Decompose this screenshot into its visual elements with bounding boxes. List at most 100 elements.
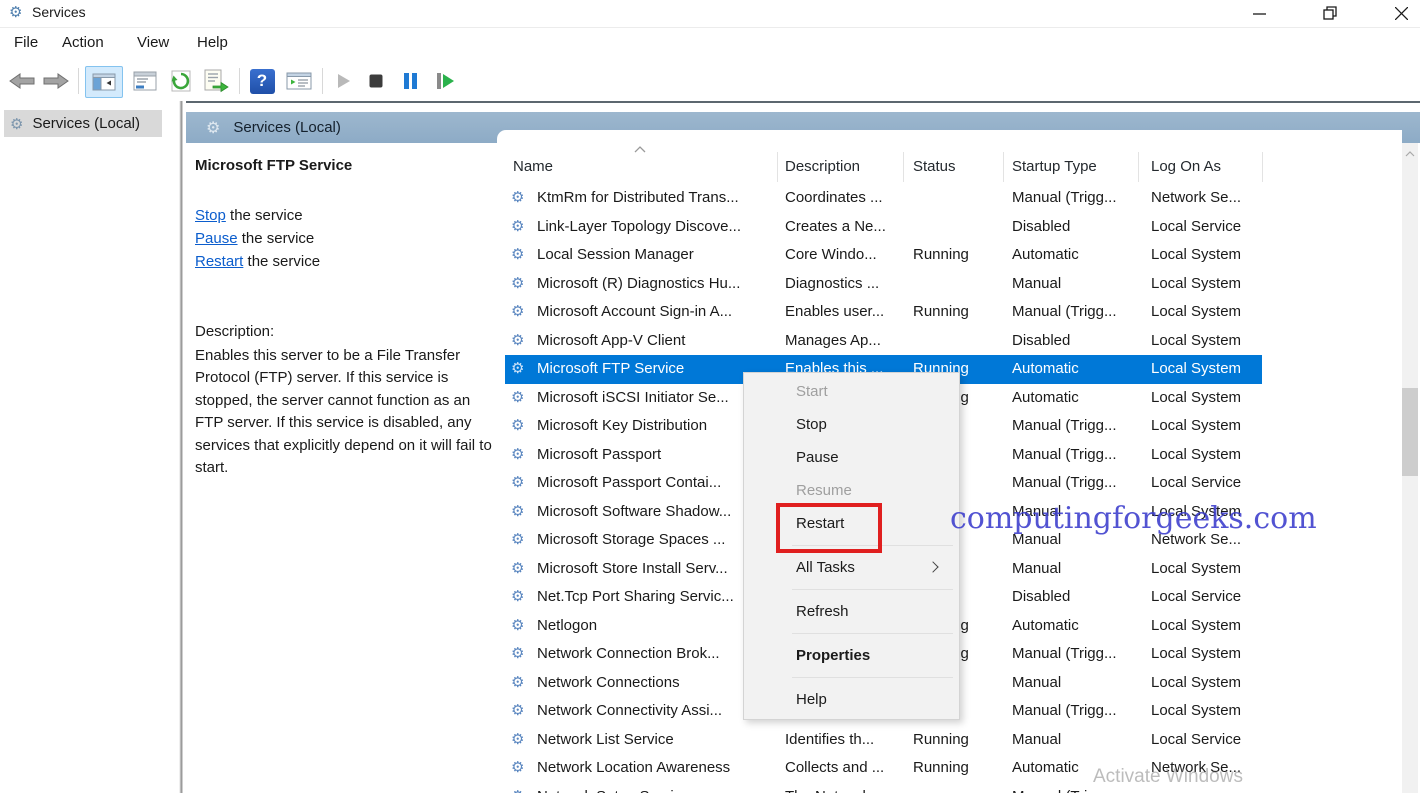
restart-service-button[interactable]: [430, 66, 460, 96]
pause-service-link[interactable]: Pause: [195, 230, 238, 247]
refresh-button[interactable]: [165, 66, 197, 96]
context-menu-item-help[interactable]: Help: [744, 683, 959, 716]
cell-name: Microsoft Storage Spaces ...: [537, 526, 777, 555]
show-action-pane-button[interactable]: [281, 66, 317, 96]
cell-log-on-as: Local System: [1151, 669, 1263, 698]
table-row[interactable]: ⚙Microsoft Account Sign-in A...Enables u…: [505, 298, 1262, 327]
cell-log-on-as: Local Service: [1151, 213, 1263, 242]
help-button[interactable]: ?: [246, 66, 278, 96]
banner-gear-icon: ⚙: [206, 118, 220, 138]
properties-icon: [132, 70, 158, 92]
services-gear-icon: ⚙: [10, 115, 23, 133]
minimize-button[interactable]: [1236, 0, 1282, 27]
cell-name: Microsoft Account Sign-in A...: [537, 298, 777, 327]
cell-name: KtmRm for Distributed Trans...: [537, 184, 777, 213]
start-service-button[interactable]: [330, 66, 358, 96]
context-menu-item-properties[interactable]: Properties: [744, 639, 959, 672]
menu-action[interactable]: Action: [62, 34, 104, 51]
menu-view[interactable]: View: [137, 34, 169, 51]
cell-startup-type: Disabled: [1012, 327, 1140, 356]
stop-service-link[interactable]: Stop: [195, 207, 226, 224]
service-gear-icon: ⚙: [511, 640, 524, 669]
cell-name: Network Setup Service: [537, 783, 777, 793]
selected-service-name: Microsoft FTP Service: [195, 157, 352, 174]
context-menu-item-all-tasks[interactable]: All Tasks: [744, 551, 959, 584]
minimize-icon: [1253, 7, 1266, 20]
context-menu-item-start: Start: [744, 375, 959, 408]
pause-service-button[interactable]: [396, 66, 424, 96]
cell-name: Microsoft Store Install Serv...: [537, 555, 777, 584]
scrollbar-thumb[interactable]: [1402, 388, 1418, 476]
properties-button[interactable]: [129, 66, 161, 96]
column-header-name[interactable]: Name: [513, 158, 553, 175]
stop-line-suffix: the service: [226, 207, 303, 224]
cell-name: Network Connections: [537, 669, 777, 698]
context-menu-item-stop[interactable]: Stop: [744, 408, 959, 441]
cell-name: Net.Tcp Port Sharing Servic...: [537, 583, 777, 612]
cell-name: Microsoft Passport Contai...: [537, 469, 777, 498]
cell-log-on-as: Local Service: [1151, 726, 1263, 755]
table-row[interactable]: ⚙KtmRm for Distributed Trans...Coordinat…: [505, 184, 1262, 213]
column-header-status[interactable]: Status: [913, 158, 956, 175]
scroll-up-icon[interactable]: [1402, 147, 1418, 163]
cell-description: The Network...: [785, 783, 903, 793]
column-header-description[interactable]: Description: [785, 158, 860, 175]
table-row[interactable]: ⚙Network List ServiceIdentifies th...Run…: [505, 726, 1262, 755]
context-menu-item-pause[interactable]: Pause: [744, 441, 959, 474]
cell-description: Core Windo...: [785, 241, 903, 270]
forward-arrow-icon: [42, 71, 70, 91]
column-separator[interactable]: [903, 152, 904, 182]
restart-service-link[interactable]: Restart: [195, 253, 243, 270]
pane-divider[interactable]: [176, 101, 186, 793]
back-button[interactable]: [6, 66, 38, 96]
activate-windows-watermark: Activate Windows: [1093, 766, 1243, 788]
column-separator[interactable]: [1262, 152, 1263, 182]
show-console-tree-button[interactable]: [85, 66, 123, 98]
column-header-logon[interactable]: Log On As: [1151, 158, 1221, 175]
column-separator[interactable]: [777, 152, 778, 182]
cell-startup-type: Manual (Trigg...: [1012, 412, 1140, 441]
cell-log-on-as: Local System: [1151, 355, 1263, 384]
cell-name: Microsoft App-V Client: [537, 327, 777, 356]
cell-status: Running: [913, 754, 1005, 783]
cell-status: [913, 213, 1005, 242]
context-menu-item-refresh[interactable]: Refresh: [744, 595, 959, 628]
cell-name: Network List Service: [537, 726, 777, 755]
cell-startup-type: Manual (Trigg...: [1012, 640, 1140, 669]
restore-button[interactable]: [1307, 0, 1353, 27]
table-row[interactable]: ⚙Local Session ManagerCore Windo...Runni…: [505, 241, 1262, 270]
table-row[interactable]: ⚙Microsoft (R) Diagnostics Hu...Diagnost…: [505, 270, 1262, 299]
close-button[interactable]: [1378, 0, 1420, 27]
column-separator[interactable]: [1003, 152, 1004, 182]
export-list-button[interactable]: [199, 66, 233, 96]
service-gear-icon: ⚙: [511, 441, 524, 470]
stop-service-button[interactable]: [362, 66, 390, 96]
cell-log-on-as: Local System: [1151, 384, 1263, 413]
table-row[interactable]: ⚙Microsoft App-V ClientManages Ap...Disa…: [505, 327, 1262, 356]
toolbar: ?: [0, 61, 1420, 102]
cell-name: Network Location Awareness: [537, 754, 777, 783]
menu-help[interactable]: Help: [197, 34, 228, 51]
service-gear-icon: ⚙: [511, 498, 524, 527]
service-gear-icon: ⚙: [511, 612, 524, 641]
cell-log-on-as: Local System: [1151, 441, 1263, 470]
close-icon: [1395, 7, 1408, 20]
menu-file[interactable]: File: [14, 34, 38, 51]
table-row[interactable]: ⚙Link-Layer Topology Discove...Creates a…: [505, 213, 1262, 242]
restart-line-suffix: the service: [243, 253, 320, 270]
service-gear-icon: ⚙: [511, 241, 524, 270]
column-separator[interactable]: [1138, 152, 1139, 182]
cell-startup-type: Manual (Trigg...: [1012, 298, 1140, 327]
column-header-startup[interactable]: Startup Type: [1012, 158, 1097, 175]
cell-name: Microsoft (R) Diagnostics Hu...: [537, 270, 777, 299]
cell-status: [913, 184, 1005, 213]
menu-separator: [792, 677, 953, 678]
cell-startup-type: Manual (Trigg...: [1012, 469, 1140, 498]
service-gear-icon: ⚙: [511, 697, 524, 726]
forward-button[interactable]: [40, 66, 72, 96]
service-gear-icon: ⚙: [511, 783, 524, 793]
tree-item-services-local[interactable]: ⚙ Services (Local): [4, 110, 162, 137]
cell-log-on-as: Local System: [1151, 555, 1263, 584]
tree-item-label: Services (Local): [32, 115, 140, 132]
service-gear-icon: ⚙: [511, 583, 524, 612]
